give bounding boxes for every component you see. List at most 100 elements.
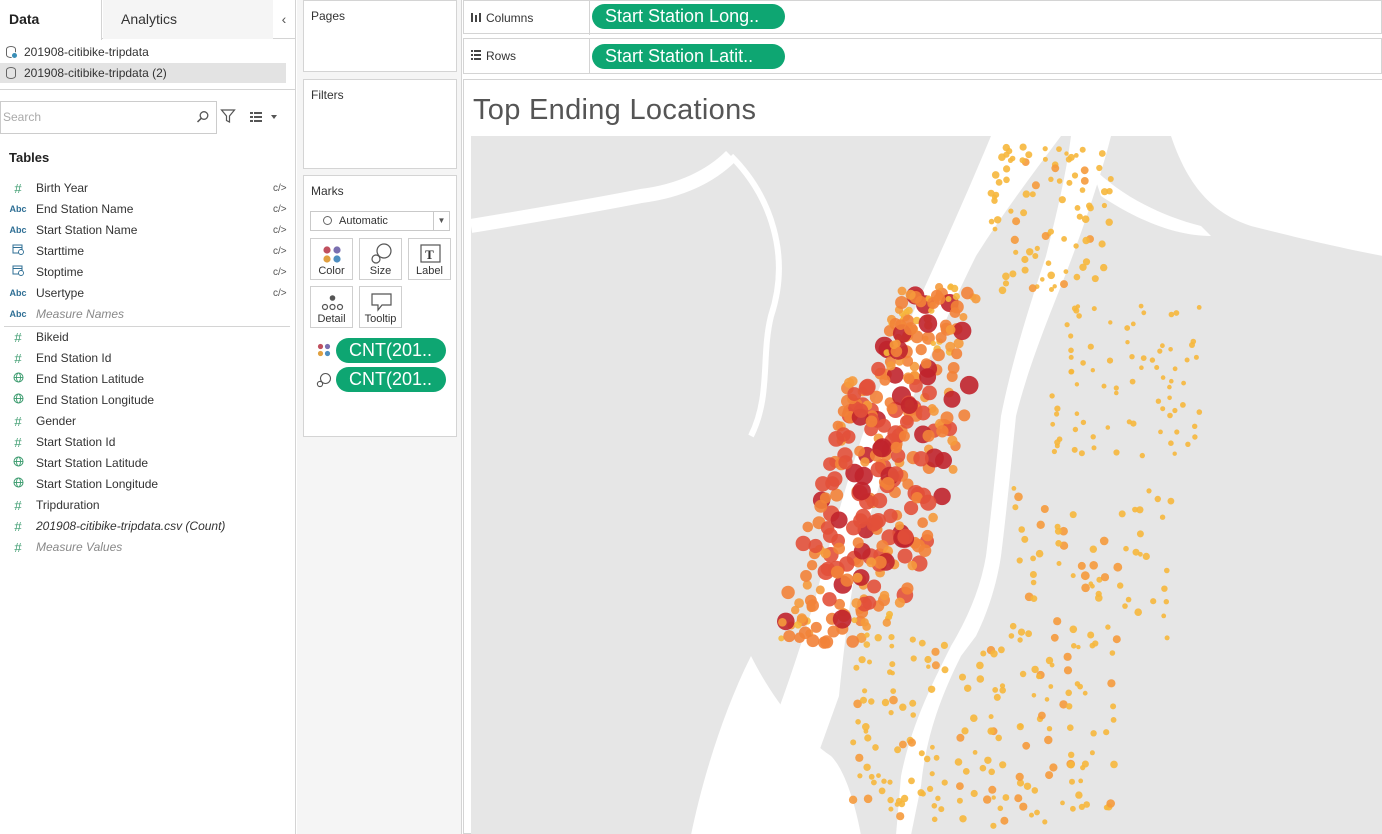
station-mark[interactable] xyxy=(863,794,873,804)
station-mark[interactable] xyxy=(918,750,925,757)
station-mark[interactable] xyxy=(915,344,927,356)
station-mark[interactable] xyxy=(890,670,895,676)
station-mark[interactable] xyxy=(990,650,998,658)
station-mark[interactable] xyxy=(915,405,931,421)
station-mark[interactable] xyxy=(993,693,1001,701)
station-mark[interactable] xyxy=(897,286,907,296)
station-mark[interactable] xyxy=(881,778,887,784)
station-mark[interactable] xyxy=(794,598,804,608)
station-mark[interactable] xyxy=(1026,248,1034,256)
station-mark[interactable] xyxy=(800,570,812,582)
station-mark[interactable] xyxy=(953,321,972,341)
station-mark[interactable] xyxy=(806,599,819,612)
station-mark[interactable] xyxy=(1125,340,1130,345)
field-item[interactable]: # Birth Year c/> xyxy=(0,178,296,199)
station-mark[interactable] xyxy=(1071,446,1078,453)
station-mark[interactable] xyxy=(931,647,940,656)
station-mark[interactable] xyxy=(872,744,879,751)
calc-edit-icon[interactable]: c/> xyxy=(273,178,287,199)
station-mark[interactable] xyxy=(1011,486,1017,491)
station-mark[interactable] xyxy=(820,635,834,649)
station-mark[interactable] xyxy=(1136,530,1144,538)
station-mark[interactable] xyxy=(1112,635,1121,644)
station-mark[interactable] xyxy=(1069,625,1078,634)
station-mark[interactable] xyxy=(899,740,907,749)
station-mark[interactable] xyxy=(988,714,994,720)
station-mark[interactable] xyxy=(844,377,855,388)
field-item[interactable]: End Station Latitude xyxy=(0,369,296,390)
station-mark[interactable] xyxy=(1025,630,1032,638)
station-mark[interactable] xyxy=(1149,357,1156,363)
station-mark[interactable] xyxy=(1160,406,1166,412)
station-mark[interactable] xyxy=(1002,272,1010,281)
station-mark[interactable] xyxy=(1006,148,1013,155)
station-mark[interactable] xyxy=(1108,320,1113,325)
detail-button[interactable]: Detail xyxy=(310,286,353,328)
station-mark[interactable] xyxy=(926,664,931,669)
station-mark[interactable] xyxy=(1080,166,1089,175)
station-mark[interactable] xyxy=(822,592,837,607)
station-mark[interactable] xyxy=(886,361,896,371)
station-mark[interactable] xyxy=(994,216,1002,224)
station-mark[interactable] xyxy=(890,688,897,694)
station-mark[interactable] xyxy=(920,358,932,369)
station-mark[interactable] xyxy=(993,191,1000,198)
station-mark[interactable] xyxy=(1030,595,1038,602)
station-mark[interactable] xyxy=(970,714,978,722)
station-mark[interactable] xyxy=(1067,761,1075,769)
station-mark[interactable] xyxy=(976,661,984,670)
station-mark[interactable] xyxy=(900,396,918,414)
station-mark[interactable] xyxy=(918,639,926,647)
station-mark[interactable] xyxy=(890,441,902,454)
columns-pill[interactable]: Start Station Long.. xyxy=(592,4,785,29)
station-mark[interactable] xyxy=(854,445,865,457)
station-mark[interactable] xyxy=(1029,571,1037,578)
mark-type-dropdown[interactable]: Automatic ▼ xyxy=(310,211,450,231)
map-view[interactable] xyxy=(471,136,1382,834)
station-mark[interactable] xyxy=(1174,429,1180,435)
station-mark[interactable] xyxy=(1189,342,1195,348)
station-mark[interactable] xyxy=(1073,243,1079,249)
station-mark[interactable] xyxy=(997,805,1004,812)
station-mark[interactable] xyxy=(1079,187,1086,193)
station-mark[interactable] xyxy=(900,415,914,429)
station-mark[interactable] xyxy=(1042,146,1048,152)
station-mark[interactable] xyxy=(927,297,940,309)
station-mark[interactable] xyxy=(808,538,823,554)
station-mark[interactable] xyxy=(848,795,858,804)
station-mark[interactable] xyxy=(1089,561,1098,570)
station-mark[interactable] xyxy=(1049,763,1058,772)
station-mark[interactable] xyxy=(1009,622,1017,630)
station-mark[interactable] xyxy=(917,517,928,528)
calc-edit-icon[interactable]: c/> xyxy=(273,241,287,262)
tooltip-button[interactable]: Tooltip xyxy=(359,286,402,328)
station-mark[interactable] xyxy=(984,756,992,764)
station-mark[interactable] xyxy=(1075,791,1083,799)
station-mark[interactable] xyxy=(833,542,845,555)
chevron-left-icon[interactable]: ‹ xyxy=(276,10,292,28)
station-mark[interactable] xyxy=(1139,365,1144,370)
station-mark[interactable] xyxy=(1009,270,1017,278)
station-mark[interactable] xyxy=(881,477,895,491)
station-mark[interactable] xyxy=(836,427,851,442)
station-mark[interactable] xyxy=(907,560,918,571)
station-mark[interactable] xyxy=(1181,380,1186,386)
station-mark[interactable] xyxy=(1074,681,1081,687)
station-mark[interactable] xyxy=(1040,277,1045,282)
station-mark[interactable] xyxy=(1129,354,1135,360)
station-mark[interactable] xyxy=(1087,631,1095,639)
station-mark[interactable] xyxy=(870,513,886,529)
station-mark[interactable] xyxy=(1124,325,1131,331)
station-mark[interactable] xyxy=(1047,271,1055,280)
tab-analytics[interactable]: Analytics xyxy=(103,0,273,39)
station-mark[interactable] xyxy=(990,822,997,829)
station-mark[interactable] xyxy=(1110,760,1118,769)
station-mark[interactable] xyxy=(995,734,1002,742)
station-mark[interactable] xyxy=(1047,228,1054,235)
station-mark[interactable] xyxy=(952,292,960,301)
station-mark[interactable] xyxy=(1019,670,1027,678)
tab-data[interactable]: Data xyxy=(0,0,102,40)
station-mark[interactable] xyxy=(909,699,917,707)
station-mark[interactable] xyxy=(1016,723,1024,731)
station-mark[interactable] xyxy=(1045,771,1054,780)
